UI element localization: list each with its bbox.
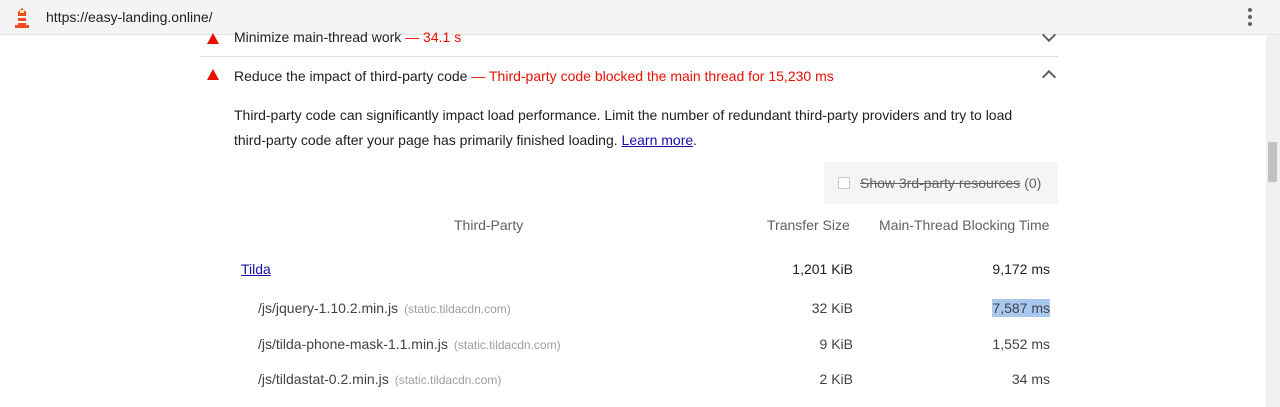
scrollbar-track[interactable] <box>1266 35 1280 407</box>
column-header-third-party: Third-Party <box>454 217 524 233</box>
transfer-size: 9 KiB <box>819 336 853 352</box>
learn-more-link[interactable]: Learn more <box>622 132 694 148</box>
blocking-time: 7,587 ms <box>992 299 1050 317</box>
filter-count: (0) <box>1024 175 1042 191</box>
column-header-blocking-time: Main-Thread Blocking Time <box>879 217 1050 233</box>
audit-description: Third-party code can significantly impac… <box>234 107 1013 148</box>
transfer-size: 2 KiB <box>819 371 853 387</box>
url-cell: /js/tildastat-0.2.min.js (static.tildacdn… <box>258 371 502 387</box>
filter-label[interactable]: Show 3rd-party resources (0) <box>860 175 1041 191</box>
transfer-size: 32 KiB <box>811 300 853 316</box>
selected-text: 7,587 ms <box>992 299 1050 317</box>
url-cell: /js/jquery-1.10.2.min.js (static.tildacdn… <box>258 300 511 316</box>
scrollbar-thumb[interactable] <box>1268 142 1277 182</box>
fail-triangle-icon <box>207 33 219 44</box>
kebab-menu-icon[interactable] <box>1244 5 1256 29</box>
audit-display-value: — 34.1 s <box>405 29 462 45</box>
url-cell: /js/tilda-phone-mask-1.1.min.js (static.t… <box>258 336 561 352</box>
audit-display-value: — Third-party code blocked the main thre… <box>471 68 834 84</box>
third-party-filter: Show 3rd-party resources (0) <box>824 162 1058 204</box>
url-text[interactable]: https://easy-landing.online/ <box>46 9 213 25</box>
audit-third-party-summary[interactable]: Reduce the impact of third-party code — … <box>200 58 1058 92</box>
chevron-up-icon[interactable] <box>1041 69 1057 85</box>
audit-minimize-main-thread[interactable]: Minimize main-thread work — 34.1 s <box>200 27 1058 57</box>
entity-transfer-size: 1,201 KiB <box>792 261 853 277</box>
fail-triangle-icon <box>207 69 219 80</box>
lighthouse-icon <box>15 8 29 28</box>
audit-title: Minimize main-thread work <box>234 29 402 45</box>
blocking-time: 34 ms <box>1011 371 1050 387</box>
show-3rd-party-checkbox[interactable] <box>838 177 850 189</box>
entity-blocking-time: 9,172 ms <box>992 261 1050 277</box>
chevron-down-icon[interactable] <box>1041 27 1057 43</box>
entity-link[interactable]: Tilda <box>241 261 271 277</box>
blocking-time: 1,552 ms <box>992 336 1050 352</box>
audit-title: Reduce the impact of third-party code <box>234 68 468 84</box>
column-header-transfer-size: Transfer Size <box>767 217 850 233</box>
